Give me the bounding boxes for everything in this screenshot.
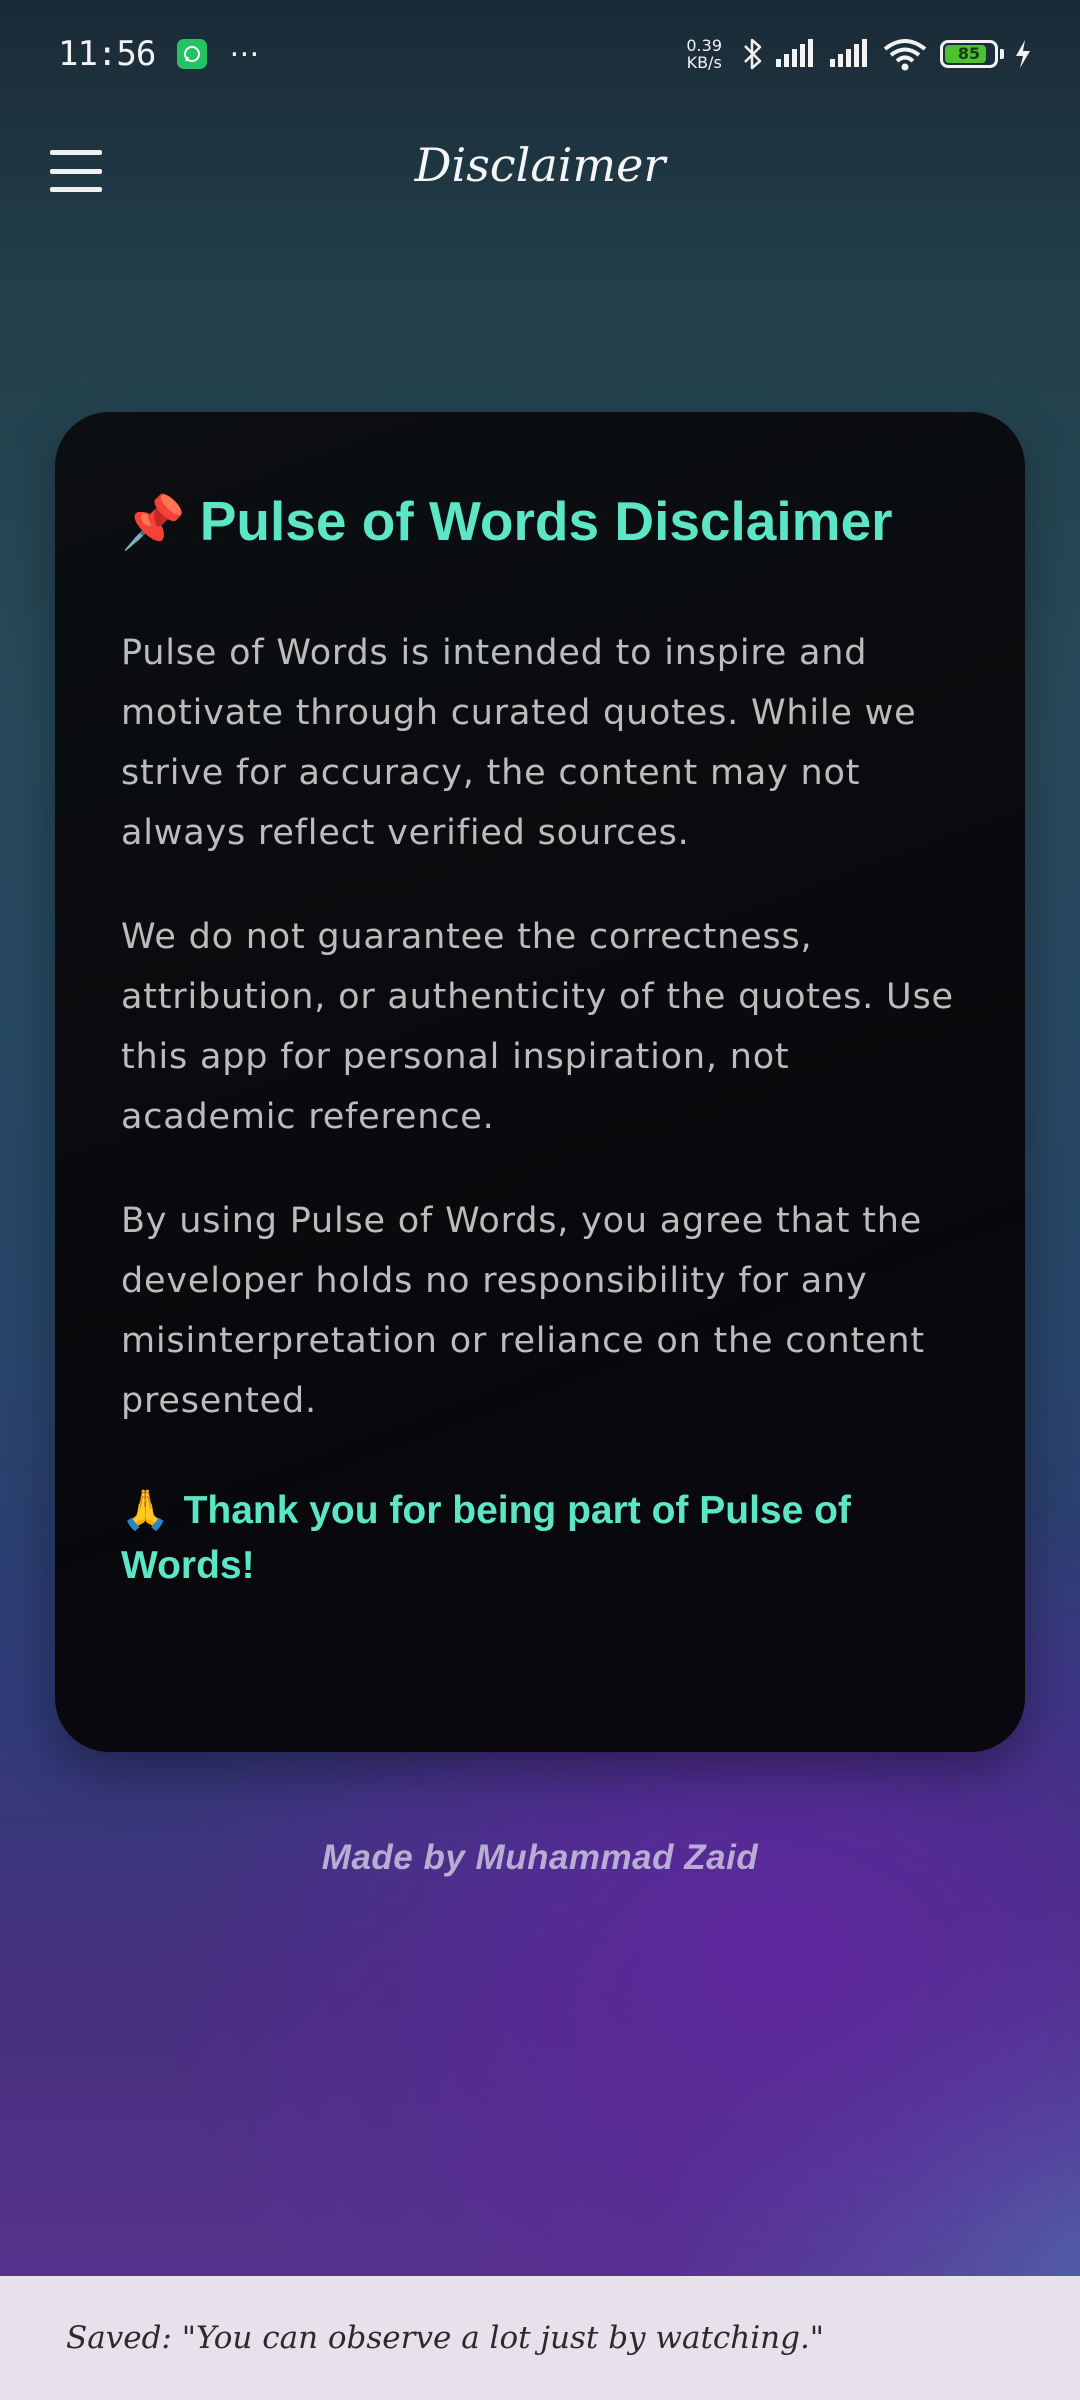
battery-tip [1000,49,1004,59]
bluetooth-icon [742,37,764,71]
charging-icon [1014,39,1032,69]
card-title: 📌 Pulse of Words Disclaimer [121,480,959,565]
wifi-icon [882,37,928,71]
battery-icon: 85 [940,40,998,68]
network-speed-unit: KB/s [686,53,722,72]
page-title: Disclaimer [414,138,666,192]
disclaimer-paragraph: Pulse of Words is intended to inspire an… [121,633,917,853]
disclaimer-card: 📌 Pulse of Words Disclaimer Pulse of Word… [55,412,1025,1752]
disclaimer-paragraph: By using Pulse of Words, you agree that … [121,1201,925,1421]
thanks-text: Thank you for being part of Pulse of Wor… [121,1489,851,1587]
status-left: 11:56 … [58,29,262,75]
developer-credit: Made by Muhammad Zaid [321,1838,759,1877]
battery-level: 85 [957,44,981,63]
signal-icon [774,39,818,69]
card-title-text: Pulse of Words Disclaimer [199,490,893,552]
praying-hands-icon: 🙏 [121,1489,170,1532]
saved-snackbar: Saved: "You can observe a lot just by wa… [0,2276,1080,2400]
thanks-message: 🙏 Thank you for being part of Pulse of Wo… [121,1483,959,1593]
status-right: 0.39 KB/s 85 [686,37,1032,71]
app-bar: Disclaimer [0,118,1080,222]
pushpin-icon: 📌 [121,494,186,552]
signal-icon [828,39,872,69]
more-dots-icon: … [229,29,262,64]
status-bar: 11:56 … 0.39 KB/s 85 [0,0,1080,108]
snackbar-text: Saved: "You can observe a lot just by wa… [66,2320,825,2356]
network-speed: 0.39 KB/s [686,37,722,71]
status-time: 11:56 [58,34,156,74]
whatsapp-icon [177,39,208,69]
network-speed-value: 0.39 [686,36,722,55]
disclaimer-paragraph: We do not guarantee the correctness, att… [121,917,954,1137]
